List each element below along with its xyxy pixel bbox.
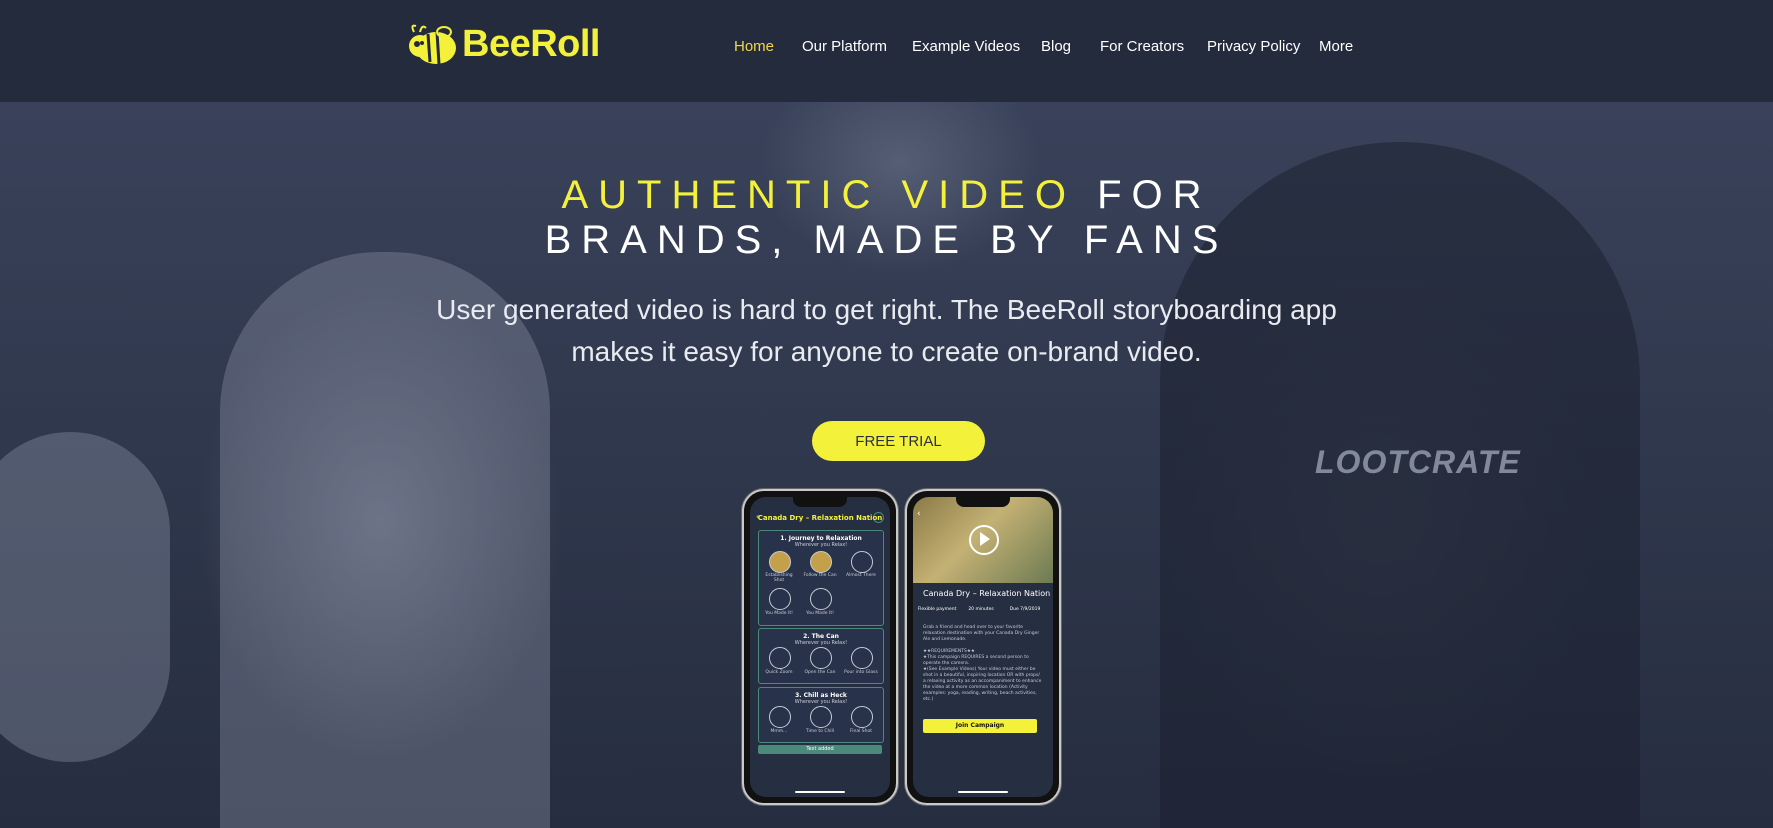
logo[interactable]: BeeRoll xyxy=(406,22,600,66)
section-subtitle: Wherever you Relax! xyxy=(794,699,848,705)
logo-text: BeeRoll xyxy=(462,22,600,65)
shot-icon[interactable] xyxy=(769,551,791,573)
shot-icon[interactable] xyxy=(810,588,832,610)
shot-label: You Made It! xyxy=(765,611,793,616)
join-campaign-button[interactable]: Join Campaign xyxy=(923,719,1037,733)
phone-notch xyxy=(956,497,1010,507)
section-subtitle: Wherever you Relax! xyxy=(794,640,848,646)
shot-label: Final Shot xyxy=(849,729,873,734)
campaign-title: Canada Dry – Relaxation Nation xyxy=(923,589,1051,598)
phone-screen: ‹ Canada Dry – Relaxation Nation 1. Jour… xyxy=(750,497,890,797)
shot-icon[interactable] xyxy=(769,588,791,610)
phone-mockup-campaign: ‹ Canada Dry – Relaxation Nation Flexibl… xyxy=(905,489,1061,805)
campaign-video-thumbnail[interactable]: ‹ xyxy=(913,497,1053,583)
hero-headline: AUTHENTIC VIDEO FOR xyxy=(0,172,1773,218)
shot-icon[interactable] xyxy=(851,551,873,573)
shot-label: You Made It! xyxy=(806,611,834,616)
shot-icon[interactable] xyxy=(851,706,873,728)
free-trial-button[interactable]: FREE TRIAL xyxy=(812,421,985,461)
nav-privacy-policy[interactable]: Privacy Policy xyxy=(1207,38,1300,55)
duration-meta: 20 minutes xyxy=(968,607,994,612)
section-title: 2. The Can xyxy=(803,633,839,640)
storyboard-section-1: 1. Journey to Relaxation Wherever you Re… xyxy=(758,530,884,626)
storyboard-section-2: 2. The Can Wherever you Relax! Quick Zoo… xyxy=(758,628,884,684)
bee-logo-icon xyxy=(409,24,456,65)
hero-subtext-line1: User generated video is hard to get righ… xyxy=(436,294,1337,325)
shot-label: Time to Chill xyxy=(805,729,835,734)
storyboard-section-3: 3. Chill as Heck Wherever you Relax! Mmm… xyxy=(758,687,884,743)
nav-example-videos[interactable]: Example Videos xyxy=(912,38,1020,55)
back-chevron-icon[interactable]: ‹ xyxy=(917,509,921,519)
shot-icon[interactable] xyxy=(810,551,832,573)
status-badge: Text added xyxy=(758,745,882,754)
bg-lootcrate-text: LOOTCRATE xyxy=(1315,444,1521,480)
shot-icon[interactable] xyxy=(810,706,832,728)
phone-notch xyxy=(793,497,847,507)
shot-icon[interactable] xyxy=(769,706,791,728)
shot-label: Almost There xyxy=(846,573,876,578)
phone-screen: ‹ Canada Dry – Relaxation Nation Flexibl… xyxy=(913,497,1053,797)
payment-meta: Flexible payment xyxy=(917,607,957,612)
shot-icon[interactable] xyxy=(851,647,873,669)
shot-label: Open the Can xyxy=(804,670,836,675)
campaign-description: Grab a friend and head over to your favo… xyxy=(923,625,1042,702)
section-subtitle: Wherever you Relax! xyxy=(794,542,848,548)
nav-more[interactable]: More xyxy=(1319,38,1353,55)
nav-our-platform[interactable]: Our Platform xyxy=(802,38,887,55)
shot-label: Mmm... xyxy=(770,729,788,734)
hero-subtext-line2: makes it easy for anyone to create on-br… xyxy=(571,336,1202,367)
home-indicator xyxy=(958,791,1008,793)
headline-rest: FOR xyxy=(1097,173,1212,217)
headline-highlight: AUTHENTIC VIDEO xyxy=(561,173,1076,217)
site-header: BeeRoll Home Our Platform Example Videos… xyxy=(0,0,1773,102)
nav-home[interactable]: Home xyxy=(734,38,774,55)
home-indicator xyxy=(795,791,845,793)
campaign-title: Canada Dry – Relaxation Nation xyxy=(757,514,883,522)
phone-mockup-storyboard: ‹ Canada Dry – Relaxation Nation 1. Jour… xyxy=(742,489,898,805)
play-icon[interactable] xyxy=(969,525,999,555)
due-date-meta: Due 7/9/2019 xyxy=(1009,607,1041,612)
section-title: 1. Journey to Relaxation xyxy=(780,535,862,542)
nav-blog[interactable]: Blog xyxy=(1041,38,1071,55)
shot-label: Establishing Shot xyxy=(765,573,793,583)
hero-section: LOOTCRATE AUTHENTIC VIDEO FOR BRANDS, MA… xyxy=(0,102,1773,828)
shot-label: Pour into Glass xyxy=(844,670,878,675)
shot-label: Quick Zoom xyxy=(765,670,793,675)
shot-icon[interactable] xyxy=(810,647,832,669)
bg-robot xyxy=(0,432,170,762)
section-title: 3. Chill as Heck xyxy=(795,692,847,699)
shot-icon[interactable] xyxy=(769,647,791,669)
shot-label: Follow the Can xyxy=(803,573,837,578)
nav-for-creators[interactable]: For Creators xyxy=(1100,38,1184,55)
hero-headline-line2: BRANDS, MADE BY FANS xyxy=(544,218,1229,262)
